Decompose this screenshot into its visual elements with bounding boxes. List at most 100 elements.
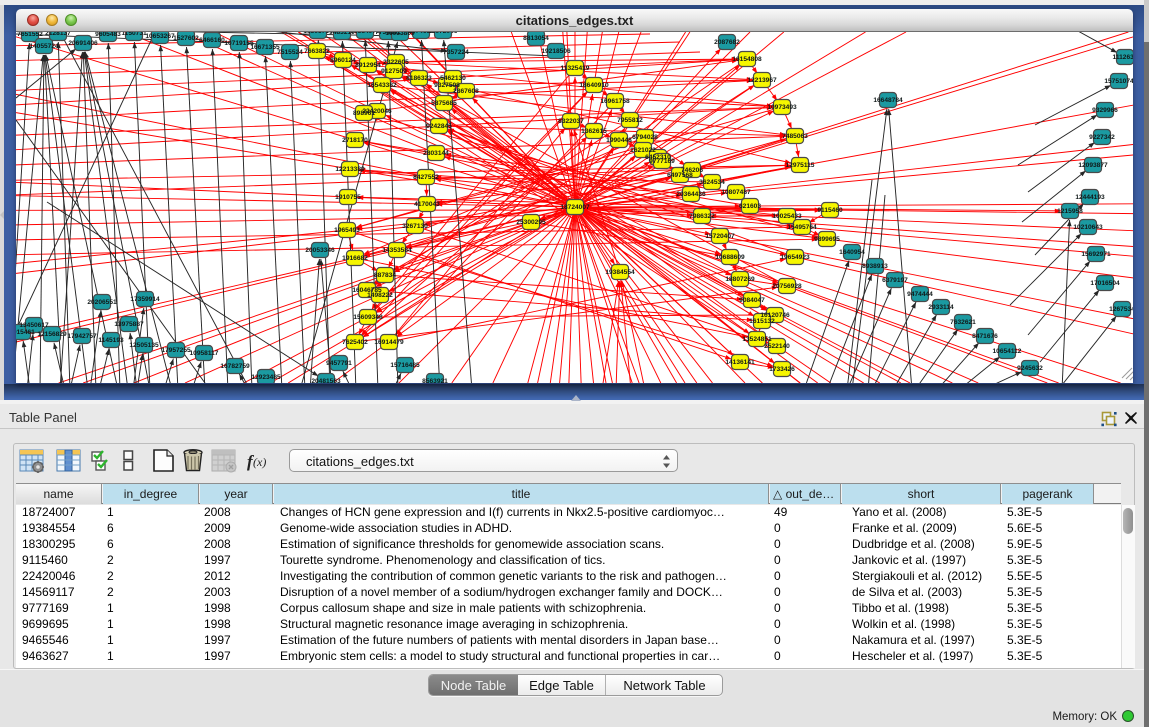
svg-text:20364436: 20364436 (676, 191, 706, 198)
svg-text:12213389: 12213389 (335, 166, 365, 173)
svg-text:9457791: 9457791 (326, 360, 352, 367)
svg-text:8471676: 8471676 (972, 333, 998, 340)
svg-text:25300295: 25300295 (516, 219, 546, 226)
svg-text:10025433: 10025433 (772, 213, 802, 220)
svg-text:6794028: 6794028 (632, 134, 658, 141)
svg-text:6466160: 6466160 (199, 37, 225, 44)
svg-text:7651552: 7651552 (17, 32, 43, 38)
svg-text:16648784: 16648784 (873, 97, 903, 104)
svg-text:13975887: 13975887 (114, 321, 144, 328)
svg-text:8960124: 8960124 (330, 57, 356, 64)
svg-text:10958117: 10958117 (190, 350, 219, 357)
svg-text:8938913: 8938913 (862, 263, 888, 270)
svg-text:7357224: 7357224 (443, 49, 469, 56)
svg-text:8813054: 8813054 (523, 35, 549, 42)
svg-text:7515524: 7515524 (277, 49, 303, 56)
svg-text:17016504: 17016504 (1090, 280, 1120, 287)
svg-text:9127509: 9127509 (381, 68, 407, 75)
svg-text:11325419: 11325419 (561, 65, 590, 72)
svg-text:7955812: 7955812 (617, 117, 643, 124)
svg-text:16914479: 16914479 (374, 339, 404, 346)
svg-text:15716485: 15716485 (390, 362, 420, 369)
svg-text:621603: 621603 (739, 203, 761, 210)
svg-text:9777169: 9777169 (649, 158, 675, 165)
svg-text:1215958: 1215958 (1057, 208, 1083, 215)
svg-text:3267130: 3267130 (402, 223, 428, 230)
svg-text:8186323: 8186323 (406, 75, 432, 82)
svg-text:10688609: 10688609 (715, 254, 745, 261)
svg-text:10654112: 10654112 (993, 348, 1022, 355)
svg-text:8912954: 8912954 (355, 62, 381, 69)
svg-text:1150731: 1150731 (121, 32, 147, 37)
svg-text:16961758: 16961758 (600, 98, 630, 105)
svg-text:12156829: 12156829 (37, 331, 67, 338)
svg-text:7485063: 7485063 (782, 133, 808, 140)
svg-text:12444193: 12444193 (1075, 194, 1105, 201)
svg-text:9605483: 9605483 (95, 32, 121, 38)
svg-text:16543382: 16543382 (367, 82, 397, 89)
svg-text:12505135: 12505135 (129, 342, 159, 349)
svg-text:9227342: 9227342 (1089, 134, 1115, 141)
svg-text:19218506: 19218506 (541, 48, 571, 55)
svg-text:10973493: 10973493 (767, 104, 797, 111)
svg-text:13450617: 13450617 (19, 322, 49, 329)
svg-text:9329966: 9329966 (1092, 107, 1118, 114)
svg-text:15495764: 15495764 (787, 224, 817, 231)
svg-text:2522140: 2522140 (764, 343, 790, 350)
svg-text:10807487: 10807487 (721, 189, 751, 196)
svg-text:3915461: 3915461 (16, 329, 35, 336)
svg-text:5875685: 5875685 (431, 100, 457, 107)
svg-text:20206551: 20206551 (87, 299, 117, 306)
svg-text:9084047: 9084047 (739, 297, 765, 304)
svg-text:20756928: 20756928 (772, 283, 802, 290)
svg-text:2867608: 2867608 (453, 88, 479, 95)
svg-text:14055724: 14055724 (29, 43, 59, 50)
svg-text:1145193: 1145193 (98, 337, 124, 344)
svg-text:1615132: 1615132 (749, 318, 775, 325)
svg-text:15609348: 15609348 (353, 314, 383, 321)
svg-text:17942757: 17942757 (67, 333, 97, 340)
svg-text:1990448: 1990448 (606, 137, 632, 144)
svg-text:1362615: 1362615 (581, 128, 607, 135)
svg-text:3624534: 3624534 (699, 179, 725, 186)
svg-text:18807269: 18807269 (725, 276, 755, 283)
svg-text:19654923: 19654923 (780, 254, 810, 261)
svg-text:1965493: 1965493 (334, 227, 360, 234)
svg-text:1621022: 1621022 (630, 147, 656, 154)
svg-text:19384554: 19384554 (605, 269, 635, 276)
svg-text:8322037: 8322037 (558, 118, 584, 125)
svg-text:17359914: 17359914 (130, 296, 160, 303)
svg-text:10653267: 10653267 (145, 33, 175, 40)
svg-text:9474444: 9474444 (907, 291, 933, 298)
svg-text:16154808: 16154808 (732, 56, 762, 63)
svg-text:9245632: 9245632 (1017, 365, 1043, 372)
svg-text:5462130: 5462130 (440, 75, 466, 82)
svg-text:2087682: 2087682 (714, 39, 740, 46)
svg-text:7986322: 7986322 (689, 213, 715, 220)
svg-text:7663822: 7663822 (304, 48, 330, 55)
svg-text:2718170: 2718170 (342, 137, 368, 144)
svg-text:1267534: 1267534 (1109, 306, 1133, 313)
svg-text:8427552: 8427552 (413, 174, 439, 181)
svg-text:1916682: 1916682 (342, 255, 368, 262)
svg-text:15692971: 15692971 (1081, 251, 1111, 258)
svg-text:2128137: 2128137 (45, 32, 71, 37)
svg-text:14353584: 14353584 (382, 247, 412, 254)
svg-text:16782759: 16782759 (220, 363, 250, 370)
svg-text:16671355: 16671355 (250, 44, 280, 51)
svg-text:15751074: 15751074 (1104, 78, 1133, 85)
svg-text:1640954: 1640954 (839, 249, 865, 256)
svg-text:11072946: 11072946 (429, 32, 458, 35)
svg-text:18724007: 18724007 (560, 204, 590, 211)
svg-text:(x): (x) (253, 455, 266, 469)
svg-text:14136141: 14136141 (725, 359, 755, 366)
svg-text:20053346: 20053346 (305, 247, 335, 254)
svg-text:4170043: 4170043 (414, 201, 440, 208)
svg-text:13524851: 13524851 (742, 336, 772, 343)
svg-text:8563921: 8563921 (422, 378, 448, 383)
svg-text:7625402: 7625402 (342, 339, 368, 346)
svg-text:20691406: 20691406 (68, 40, 98, 47)
svg-text:1527602: 1527602 (173, 35, 199, 42)
svg-text:17957255: 17957255 (161, 347, 191, 354)
svg-text:1498222: 1498222 (367, 292, 393, 299)
